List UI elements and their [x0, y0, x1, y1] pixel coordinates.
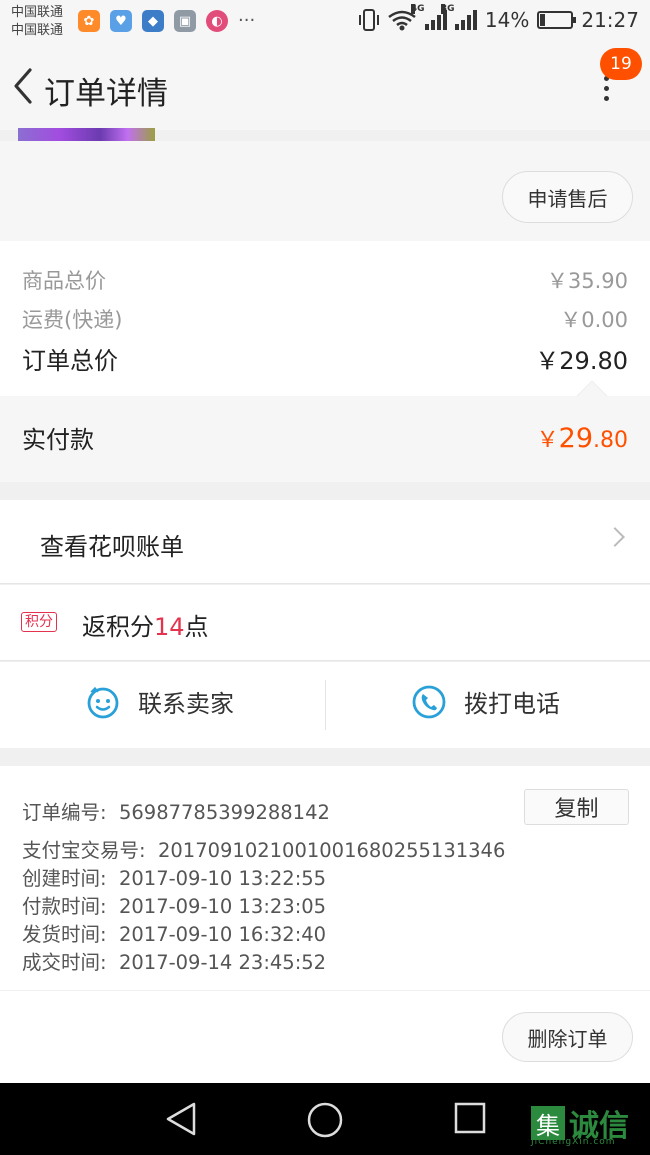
points-tag: 积分: [21, 612, 57, 632]
paid-currency: ￥: [536, 427, 559, 453]
signal-4g-label: 4G: [410, 4, 425, 14]
after-sale-area: 申请售后: [0, 141, 650, 241]
chevron-right-icon: [605, 527, 625, 547]
pinwheel-app-icon: ◐: [206, 10, 228, 32]
order-total-row: 订单总价 ￥29.80: [22, 341, 628, 376]
paid-label: 实付款: [22, 426, 94, 454]
order-total-label: 订单总价: [22, 347, 118, 375]
vertical-divider: [325, 680, 326, 730]
signal-3g-icon: 3G: [440, 4, 477, 30]
contact-bar: 联系卖家 拨打电话: [0, 662, 650, 748]
carrier-1: 中国联通: [11, 5, 64, 20]
contact-seller-button[interactable]: 联系卖家: [86, 684, 234, 719]
shipped-time-value: 2017-09-10 16:32:40: [118, 923, 327, 946]
chat-smile-icon: [87, 686, 119, 718]
product-thumbnail[interactable]: [18, 128, 155, 141]
diamond-app-icon: ◆: [142, 10, 164, 32]
goods-total-value: ￥35.90: [546, 269, 628, 293]
paid-time-line: 付款时间: 2017-09-10 13:23:05: [22, 890, 326, 919]
apply-after-sale-button[interactable]: 申请售后: [502, 171, 633, 223]
app-header: 订单详情 19: [0, 46, 650, 130]
paid-time-label: 付款时间:: [22, 895, 107, 918]
paid-time-value: 2017-09-10 13:23:05: [118, 895, 327, 918]
points-prefix: 返积分: [82, 613, 154, 641]
carrier-labels: 中国联通 中国联通: [11, 4, 63, 40]
nav-back-icon[interactable]: [164, 1101, 198, 1137]
paid-amount: ￥29.80: [537, 422, 628, 454]
actual-payment: 实付款 ￥29.80: [0, 380, 650, 482]
completed-time-value: 2017-09-14 23:45:52: [118, 951, 327, 974]
order-number-value: 56987785399288142: [118, 801, 330, 824]
signal-3g-label: 3G: [440, 4, 455, 14]
created-time-line: 创建时间: 2017-09-10 13:22:55: [22, 862, 326, 891]
vibrate-icon: [358, 9, 379, 31]
page-title: 订单详情: [44, 76, 168, 112]
completed-time-line: 成交时间: 2017-09-14 23:45:52: [22, 946, 326, 975]
shipping-value: ￥0.00: [560, 308, 628, 332]
watermark-subtext: JiChengXin.com: [531, 1137, 616, 1147]
points-text: 返积分14点: [82, 607, 209, 642]
huabei-bill-row[interactable]: 查看花呗账单: [0, 500, 650, 584]
message-count-badge: 19: [600, 48, 642, 80]
delete-order-button[interactable]: 删除订单: [502, 1012, 633, 1062]
shipping-label: 运费(快递): [22, 308, 123, 332]
system-indicators: 4G 3G 14% 21:27: [358, 4, 639, 32]
completed-time-label: 成交时间:: [22, 951, 107, 974]
clock: 21:27: [581, 8, 639, 32]
paid-integer: 29: [558, 422, 593, 454]
paid-decimal: .80: [593, 427, 628, 453]
gallery-icon: ▣: [174, 10, 196, 32]
call-phone-label: 拨打电话: [464, 690, 560, 718]
back-arrow-icon[interactable]: [10, 66, 36, 106]
points-number: 14: [154, 613, 185, 641]
paid-row: 实付款 ￥29.80: [22, 420, 628, 455]
alipay-number-value: 2017091021001001680255131346: [157, 839, 506, 862]
battery-fill: [540, 14, 545, 26]
copy-button[interactable]: 复制: [524, 789, 629, 825]
uc-browser-icon: ✿: [78, 10, 100, 32]
huabei-label: 查看花呗账单: [40, 533, 184, 561]
nav-home-icon[interactable]: [306, 1101, 344, 1139]
call-phone-button[interactable]: 拨打电话: [412, 684, 560, 719]
more-menu-icon[interactable]: [596, 76, 616, 106]
points-row: 积分 返积分14点: [0, 585, 650, 661]
points-suffix: 点: [184, 613, 209, 641]
alipay-number-line: 支付宝交易号: 2017091021001001680255131346: [22, 834, 505, 863]
order-number-label: 订单编号:: [22, 801, 107, 824]
battery-icon: [537, 11, 577, 29]
alipay-number-label: 支付宝交易号:: [22, 839, 146, 862]
shipping-row: 运费(快递) ￥0.00: [22, 304, 628, 334]
notification-icons: ✿ ♥ ◆ ▣ ◐ ···: [78, 10, 255, 32]
goods-total-label: 商品总价: [22, 269, 106, 293]
order-number-line: 订单编号: 56987785399288142: [22, 796, 330, 825]
created-time-value: 2017-09-10 13:22:55: [118, 867, 327, 890]
delete-area: 删除订单: [0, 991, 650, 1083]
battery-percent: 14%: [484, 8, 530, 32]
carrier-2: 中国联通: [11, 23, 64, 38]
health-icon: ♥: [110, 10, 132, 32]
order-total-value: ￥29.80: [535, 347, 628, 375]
shipped-time-label: 发货时间:: [22, 923, 107, 946]
watermark-mark: 集: [531, 1106, 565, 1140]
created-time-label: 创建时间:: [22, 867, 107, 890]
contact-seller-label: 联系卖家: [138, 690, 234, 718]
order-info: 订单编号: 56987785399288142 复制 支付宝交易号: 20170…: [0, 766, 650, 990]
more-notifications-icon: ···: [238, 10, 256, 31]
shipped-time-line: 发货时间: 2017-09-10 16:32:40: [22, 918, 326, 947]
nav-recents-icon[interactable]: [453, 1101, 487, 1135]
status-bar: 中国联通 中国联通 ✿ ♥ ◆ ▣ ◐ ··· 4G 3G 14% 21:27: [0, 0, 650, 46]
price-summary: 商品总价 ￥35.90 运费(快递) ￥0.00 订单总价 ￥29.80: [0, 241, 650, 396]
phone-icon: [412, 685, 446, 718]
goods-total-row: 商品总价 ￥35.90: [22, 265, 628, 295]
